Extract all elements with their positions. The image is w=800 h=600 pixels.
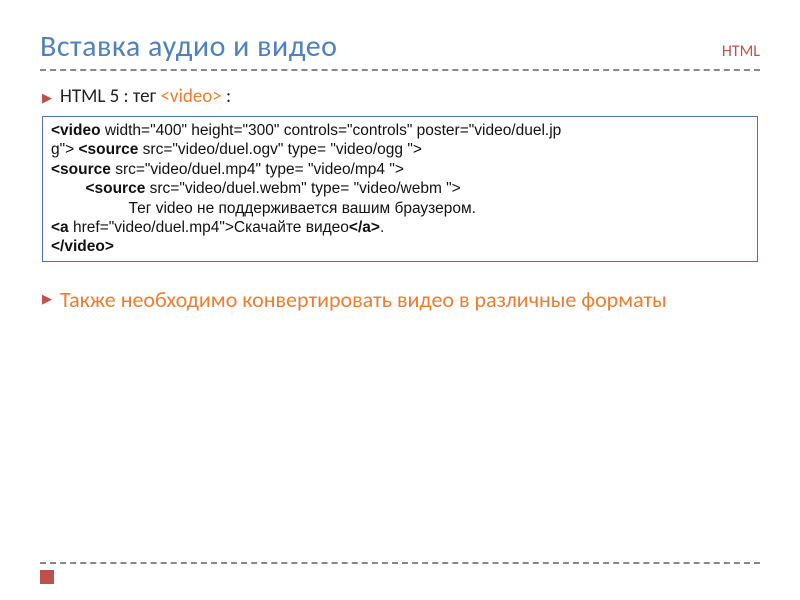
bullet-2: ▶ Также необходимо конвертировать видео … [42,286,760,314]
bullet-1-prefix: HTML 5 : тег [60,85,160,108]
code-line-7: </video> [51,237,749,256]
code-line-4: <source src="video/duel.webm" type= "vid… [51,179,749,198]
bullet-2-text: Также необходимо конвертировать видео в … [60,286,667,314]
slide-title: Вставка аудио и видео [40,28,337,65]
code-line-3: <source src="video/duel.mp4" type= "vide… [51,160,749,179]
bullet-marker-icon: ▶ [42,292,52,307]
code-box: <video width="400" height="300" controls… [42,116,758,262]
bullet-1: ▶ HTML 5 : тег <video> : [42,85,760,108]
bullet-1-tag: <video> [160,85,221,108]
code-line-1: <video width="400" height="300" controls… [51,121,749,140]
corner-square-icon [40,570,54,584]
divider-bottom [40,562,760,564]
slide-tag: HTML [722,42,760,61]
bullet-1-suffix: : [222,85,231,108]
bullet-marker-icon: ▶ [42,91,52,106]
code-line-6: <a href="video/duel.mp4">Скачайте видео<… [51,218,749,237]
divider-top [40,69,760,71]
bullet-1-text: HTML 5 : тег <video> : [60,85,231,108]
code-line-2: g"> <source src="video/duel.ogv" type= "… [51,140,749,159]
code-line-5: Тег video не поддерживается вашим браузе… [51,199,749,218]
